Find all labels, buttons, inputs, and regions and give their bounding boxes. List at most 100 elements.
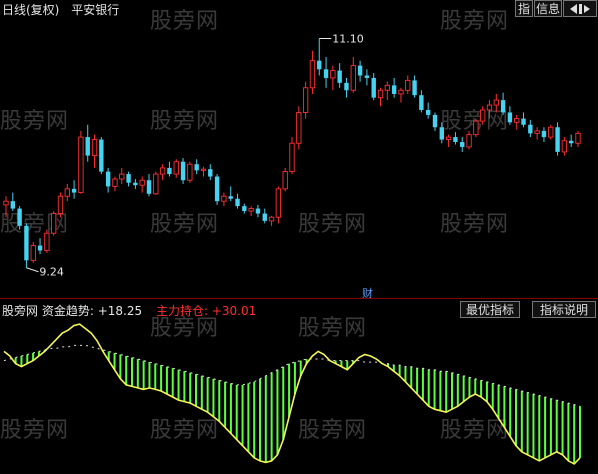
candle xyxy=(317,60,322,70)
candle xyxy=(262,213,267,221)
candle xyxy=(445,136,452,141)
candle xyxy=(289,142,295,173)
candle xyxy=(473,120,479,136)
candle xyxy=(146,180,152,194)
candle xyxy=(3,200,9,206)
candle xyxy=(309,60,316,89)
candle xyxy=(432,114,438,128)
candle xyxy=(91,139,98,157)
candle xyxy=(493,99,499,106)
candle xyxy=(384,84,390,91)
info-button[interactable]: 信息 xyxy=(534,0,562,17)
stock-chart-window: 股旁网 股旁网 股旁网 股旁网 股旁网 股旁网 股旁网 股旁网 股旁网 股旁网 … xyxy=(0,0,598,474)
candle xyxy=(453,137,458,143)
fund-trend-value: +18.25 xyxy=(97,304,143,318)
candle xyxy=(99,139,104,172)
candle xyxy=(208,169,213,177)
candle xyxy=(51,213,57,234)
candle xyxy=(480,109,486,122)
candle xyxy=(268,216,275,222)
candle xyxy=(255,208,261,214)
candle xyxy=(17,208,22,226)
candle xyxy=(568,140,574,144)
price-chart[interactable]: 11.10 9.24 xyxy=(0,0,598,474)
candle xyxy=(71,188,77,193)
main-position-value: +30.01 xyxy=(211,304,257,318)
nav-arrow-button[interactable] xyxy=(563,0,597,17)
candle xyxy=(24,225,29,261)
candle xyxy=(391,85,397,94)
candle xyxy=(555,127,560,152)
candle xyxy=(119,173,125,180)
candle xyxy=(180,161,186,181)
candle xyxy=(412,80,417,96)
fund-trend-name: 资金趋势 xyxy=(41,304,90,318)
candle xyxy=(296,111,302,144)
candle xyxy=(302,87,309,113)
candle xyxy=(344,82,349,91)
candle xyxy=(159,167,166,175)
candle xyxy=(425,109,431,115)
high-price-marker: 11.10 xyxy=(319,32,364,45)
high-price-label: 11.10 xyxy=(332,32,364,45)
candle xyxy=(173,161,179,175)
candle xyxy=(228,196,233,199)
candle xyxy=(364,75,370,78)
chart-title: 日线(复权) 平安银行 xyxy=(2,1,127,18)
candle xyxy=(371,77,376,98)
candle xyxy=(405,79,411,91)
candle xyxy=(64,188,70,197)
candle xyxy=(57,195,64,214)
candle xyxy=(500,100,506,113)
candle xyxy=(337,70,342,83)
candle xyxy=(275,188,282,218)
candle xyxy=(330,70,336,79)
indicator-header: 股旁网 资金趋势: +18.25 主力持仓: +30.01 xyxy=(2,304,257,318)
candle xyxy=(126,174,131,183)
candle xyxy=(37,245,43,251)
period-label[interactable]: 日线(复权) xyxy=(2,3,59,17)
candle xyxy=(214,176,220,202)
candle xyxy=(486,104,493,111)
candle xyxy=(439,127,445,140)
candle xyxy=(85,137,90,156)
arrow-left-icon xyxy=(570,4,590,14)
candle xyxy=(528,124,533,134)
candle xyxy=(105,171,111,187)
candle xyxy=(221,195,227,202)
candle xyxy=(350,65,356,91)
candle xyxy=(30,245,36,261)
indicator-help-button[interactable]: 指标说明 xyxy=(532,301,596,318)
candle xyxy=(514,118,520,123)
candle xyxy=(323,69,329,78)
candle xyxy=(200,168,207,171)
candle xyxy=(112,178,118,187)
candle xyxy=(187,163,193,181)
candle xyxy=(419,95,424,110)
indicator-toggle-button[interactable]: 指 xyxy=(515,0,533,17)
candle xyxy=(133,182,138,186)
stock-name: 平安银行 xyxy=(71,3,120,17)
candle xyxy=(575,132,581,144)
candle xyxy=(153,173,159,195)
candle xyxy=(534,130,540,134)
candle xyxy=(377,89,384,99)
candle xyxy=(139,179,145,186)
candle xyxy=(282,171,288,190)
candle xyxy=(548,126,554,138)
candle xyxy=(242,206,247,212)
candle xyxy=(466,134,472,148)
panel-divider xyxy=(0,298,598,299)
candle xyxy=(521,118,526,125)
candle xyxy=(357,65,363,76)
candle xyxy=(541,130,547,138)
candle xyxy=(248,208,254,212)
candle xyxy=(194,164,199,171)
low-price-marker: 9.24 xyxy=(26,266,64,279)
candle xyxy=(44,232,50,251)
best-indicator-button[interactable]: 最优指标 xyxy=(460,301,520,318)
candle xyxy=(235,198,240,207)
candle xyxy=(460,142,465,147)
candle xyxy=(561,140,568,153)
candle xyxy=(507,112,513,123)
